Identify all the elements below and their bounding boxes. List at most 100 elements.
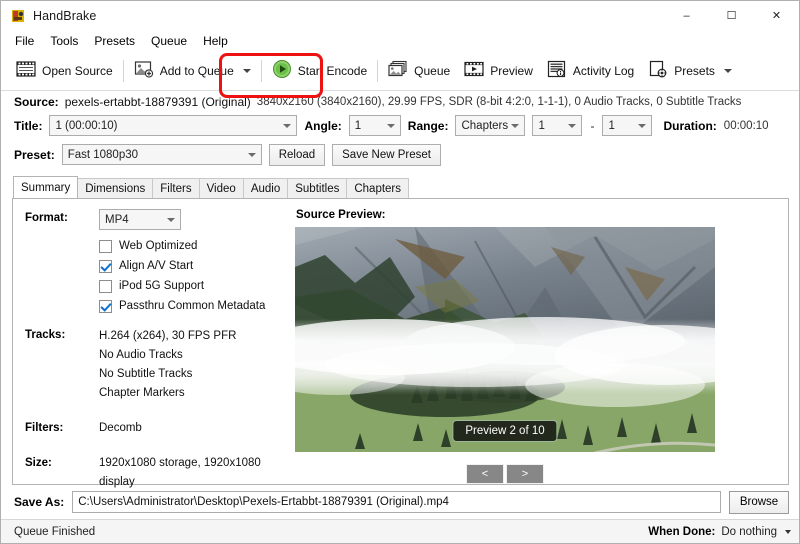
range-end-select[interactable]: 1 bbox=[602, 115, 653, 136]
title-select[interactable]: 1 (00:00:10) bbox=[49, 115, 298, 136]
checkbox-label: Align A/V Start bbox=[119, 260, 194, 272]
maximize-button[interactable]: ☐ bbox=[709, 1, 754, 31]
title-angle-range-row: Title: 1 (00:00:10) Angle: 1 Range: Chap… bbox=[1, 112, 799, 139]
range-start-select[interactable]: 1 bbox=[532, 115, 583, 136]
checkbox-label: Passthru Common Metadata bbox=[119, 300, 266, 312]
chevron-down-icon[interactable] bbox=[785, 529, 791, 534]
checkbox-box[interactable] bbox=[99, 239, 112, 253]
format-select[interactable]: MP4 bbox=[99, 209, 181, 230]
chevron-down-icon bbox=[568, 123, 577, 128]
track-subtitle: No Subtitle Tracks bbox=[99, 368, 193, 380]
toolbar-separator-1 bbox=[122, 59, 124, 82]
checkbox-label: iPod 5G Support bbox=[119, 280, 205, 292]
queue-label: Queue bbox=[414, 63, 451, 78]
angle-select-value: 1 bbox=[354, 119, 362, 132]
activity-log-button[interactable]: Activity Log bbox=[540, 55, 641, 87]
checkbox-ipod-5g-support[interactable]: iPod 5G Support bbox=[99, 276, 291, 296]
preview-label: Preview bbox=[490, 63, 533, 78]
title-label: Title: bbox=[14, 118, 43, 133]
reload-button[interactable]: Reload bbox=[268, 143, 326, 166]
menu-bar: File Tools Presets Queue Help bbox=[1, 31, 799, 51]
menu-help[interactable]: Help bbox=[195, 32, 236, 51]
track-audio: No Audio Tracks bbox=[99, 349, 183, 361]
queue-button[interactable]: Queue bbox=[381, 55, 457, 87]
checkbox-box[interactable] bbox=[99, 299, 112, 313]
checkbox-label: Web Optimized bbox=[119, 240, 198, 252]
format-row: Format: MP4 bbox=[25, 209, 291, 230]
size-label: Size: bbox=[25, 457, 52, 469]
when-done-value[interactable]: Do nothing bbox=[721, 526, 777, 538]
range-start-value: 1 bbox=[538, 119, 545, 132]
tab-filters[interactable]: Filters bbox=[152, 178, 200, 198]
tab-dimensions[interactable]: Dimensions bbox=[77, 178, 154, 198]
add-to-queue-button[interactable]: Add to Queue bbox=[127, 55, 258, 87]
chevron-down-icon bbox=[167, 217, 175, 222]
preset-select[interactable]: Fast 1080p30 bbox=[61, 144, 262, 165]
handbrake-window: HandBrake – ☐ ✕ File Tools Presets Queue… bbox=[0, 0, 800, 544]
start-encode-button[interactable]: Start Encode bbox=[265, 55, 374, 87]
track-chapters: Chapter Markers bbox=[99, 387, 185, 399]
checkbox-box[interactable] bbox=[99, 279, 112, 293]
menu-tools[interactable]: Tools bbox=[42, 32, 86, 51]
log-list-icon bbox=[547, 60, 567, 81]
tab-chapters[interactable]: Chapters bbox=[346, 178, 410, 198]
duration-value: 00:00:10 bbox=[723, 119, 769, 132]
tab-audio[interactable]: Audio bbox=[242, 178, 289, 198]
film-strip-icon bbox=[16, 60, 36, 81]
checkbox-passthru-common-metadata[interactable]: Passthru Common Metadata bbox=[99, 296, 291, 316]
presets-label: Presets bbox=[674, 63, 715, 78]
summary-left-column: Format: MP4 Web Optimized Align A/V Star… bbox=[13, 209, 291, 488]
preview-artwork bbox=[295, 227, 715, 452]
chevron-down-icon[interactable] bbox=[242, 68, 251, 73]
chevron-down-icon bbox=[638, 123, 647, 128]
save-as-path-input[interactable]: C:\Users\Administrator\Desktop\Pexels-Er… bbox=[72, 491, 721, 513]
play-icon bbox=[272, 59, 292, 82]
angle-select[interactable]: 1 bbox=[348, 115, 401, 136]
filters-value: Decomb bbox=[99, 422, 142, 434]
close-button[interactable]: ✕ bbox=[754, 1, 799, 31]
checkbox-box[interactable] bbox=[99, 259, 112, 273]
tracks-list: H.264 (x264), 30 FPS PFR No Audio Tracks… bbox=[99, 326, 236, 403]
activity-log-label: Activity Log bbox=[572, 63, 635, 78]
preview-prev-button[interactable]: < bbox=[466, 464, 504, 484]
tab-video[interactable]: Video bbox=[198, 178, 244, 198]
size-row: Size: 1920x1080 storage, 1920x1080 displ… bbox=[25, 454, 291, 492]
tab-strip: Summary Dimensions Filters Video Audio S… bbox=[1, 176, 799, 198]
status-bar: Queue Finished When Done: Do nothing bbox=[1, 519, 799, 543]
minimize-button[interactable]: – bbox=[664, 1, 709, 31]
menu-presets[interactable]: Presets bbox=[86, 32, 143, 51]
open-source-button[interactable]: Open Source bbox=[9, 55, 120, 87]
save-as-label: Save As: bbox=[14, 495, 65, 509]
format-options: Web Optimized Align A/V Start iPod 5G Su… bbox=[99, 236, 291, 316]
save-new-preset-button[interactable]: Save New Preset bbox=[332, 143, 441, 166]
filters-row: Filters: Decomb bbox=[25, 419, 291, 438]
checkbox-align-av-start[interactable]: Align A/V Start bbox=[99, 256, 291, 276]
checkbox-web-optimized[interactable]: Web Optimized bbox=[99, 236, 291, 256]
window-title: HandBrake bbox=[33, 9, 97, 23]
tab-summary[interactable]: Summary bbox=[13, 176, 79, 198]
range-end-value: 1 bbox=[608, 119, 615, 132]
handbrake-icon bbox=[10, 8, 26, 24]
toolbar-separator-3 bbox=[377, 59, 379, 82]
presets-button[interactable]: Presets bbox=[641, 55, 739, 87]
preview-navigation: < > bbox=[295, 464, 715, 484]
summary-right-column: Source Preview: Preview 2 of 10 < > bbox=[291, 209, 788, 484]
open-source-label: Open Source bbox=[42, 63, 113, 78]
preview-next-button[interactable]: > bbox=[506, 464, 544, 484]
range-type-value: Chapters bbox=[461, 119, 509, 132]
range-separator: - bbox=[590, 118, 595, 133]
tab-subtitles[interactable]: Subtitles bbox=[287, 178, 348, 198]
browse-button[interactable]: Browse bbox=[729, 490, 789, 514]
source-details: 3840x2160 (3840x2160), 29.99 FPS, SDR (8… bbox=[256, 95, 742, 108]
menu-queue[interactable]: Queue bbox=[143, 32, 195, 51]
presets-chevron-down-icon[interactable] bbox=[723, 68, 732, 73]
menu-file[interactable]: File bbox=[7, 32, 42, 51]
preview-button[interactable]: Preview bbox=[457, 55, 540, 87]
toolbar-separator-2 bbox=[260, 59, 262, 82]
window-controls: – ☐ ✕ bbox=[664, 1, 799, 31]
size-value: 1920x1080 storage, 1920x1080 display bbox=[99, 457, 261, 488]
range-type-select[interactable]: Chapters bbox=[455, 115, 526, 136]
when-done-label: When Done: bbox=[648, 525, 716, 538]
